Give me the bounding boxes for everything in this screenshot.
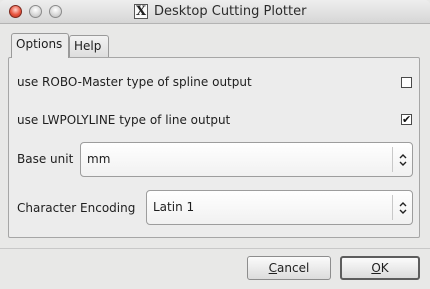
maximize-icon[interactable]: [49, 5, 62, 18]
base-unit-select[interactable]: mm: [80, 142, 413, 177]
app-icon: X: [134, 4, 148, 19]
lwpolyline-label: use LWPOLYLINE type of line output: [17, 113, 231, 127]
robo-master-label: use ROBO-Master type of spline output: [17, 75, 252, 89]
robo-master-checkbox[interactable]: [401, 77, 412, 88]
tab-options[interactable]: Options: [11, 33, 69, 58]
ok-mnemonic: O: [371, 261, 381, 275]
dialog-window: X Desktop Cutting Plotter Options Help u…: [0, 0, 430, 289]
button-separator: [0, 248, 430, 249]
cancel-button[interactable]: Cancel: [247, 256, 331, 280]
checkmark-icon: ✔: [402, 113, 412, 126]
ok-label: K: [380, 261, 389, 275]
cancel-mnemonic: C: [268, 261, 278, 275]
lwpolyline-checkbox[interactable]: ✔: [401, 114, 412, 125]
cancel-label: ancel: [277, 261, 310, 275]
base-unit-value: mm: [87, 152, 111, 166]
close-icon[interactable]: [9, 5, 22, 18]
tab-help[interactable]: Help: [69, 35, 109, 57]
char-encoding-select[interactable]: Latin 1: [146, 190, 413, 225]
ok-button[interactable]: OK: [340, 256, 420, 280]
minimize-icon[interactable]: [29, 5, 42, 18]
char-encoding-label: Character Encoding: [17, 201, 136, 215]
window-title: Desktop Cutting Plotter: [154, 4, 307, 19]
updown-arrow-icon: [392, 147, 412, 172]
title-bar[interactable]: X Desktop Cutting Plotter: [0, 0, 430, 24]
base-unit-label: Base unit: [17, 152, 74, 166]
updown-arrow-icon: [392, 195, 412, 220]
char-encoding-value: Latin 1: [153, 200, 195, 214]
